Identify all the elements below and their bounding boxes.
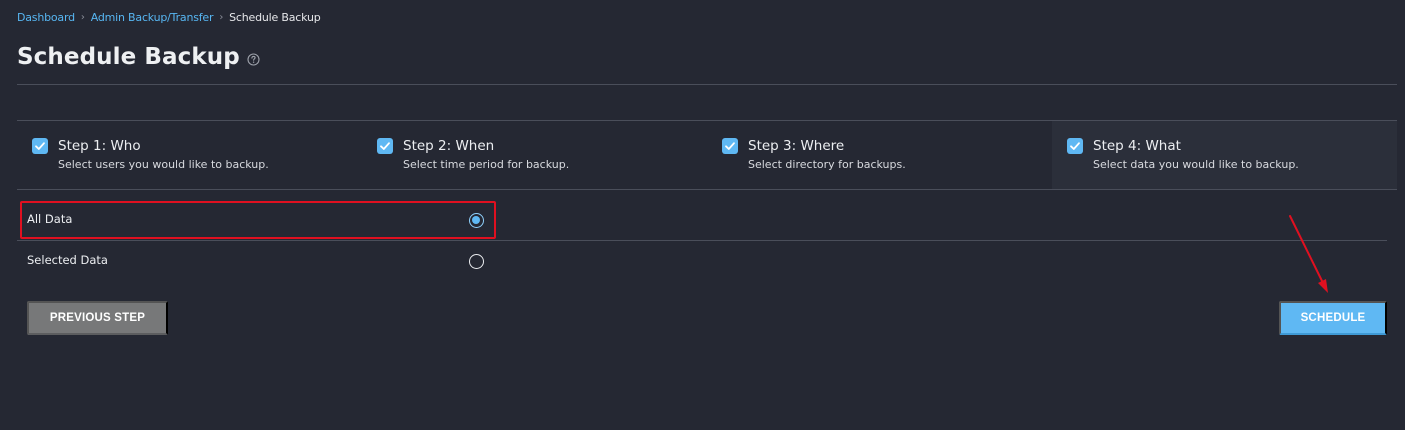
checkbox-checked-icon[interactable] <box>377 138 393 154</box>
selected-data-radio[interactable] <box>469 254 484 269</box>
breadcrumb-separator: › <box>219 11 224 23</box>
wizard-step-what[interactable]: Step 4: What Select data you would like … <box>1052 121 1397 189</box>
step-description: Select time period for backup. <box>403 158 570 171</box>
wizard-step-where[interactable]: Step 3: Where Select directory for backu… <box>707 121 1052 189</box>
checkbox-checked-icon[interactable] <box>722 138 738 154</box>
wizard-step-who[interactable]: Step 1: Who Select users you would like … <box>17 121 362 189</box>
steps-divider-bottom <box>17 189 1397 190</box>
previous-step-button[interactable]: PREVIOUS STEP <box>27 301 168 335</box>
step-title: Step 4: What <box>1093 138 1181 154</box>
page-header: Schedule Backup <box>17 44 260 70</box>
schedule-backup-page: Dashboard › Admin Backup/Transfer › Sche… <box>0 0 1405 430</box>
wizard-step-when[interactable]: Step 2: When Select time period for back… <box>362 121 707 189</box>
breadcrumb-separator: › <box>80 11 85 23</box>
step-description: Select data you would like to backup. <box>1093 158 1299 171</box>
step-description: Select users you would like to backup. <box>58 158 269 171</box>
breadcrumb-dashboard-link[interactable]: Dashboard <box>17 11 75 24</box>
option-selected-data[interactable]: Selected Data <box>17 241 1387 282</box>
schedule-button[interactable]: SCHEDULE <box>1279 301 1387 335</box>
step-title: Step 2: When <box>403 138 495 154</box>
step-title: Step 1: Who <box>58 138 141 154</box>
all-data-radio[interactable] <box>469 213 484 228</box>
option-all-data[interactable]: All Data <box>17 200 1387 241</box>
breadcrumb-admin-backup-link[interactable]: Admin Backup/Transfer <box>91 11 214 24</box>
wizard-steps: Step 1: Who Select users you would like … <box>17 121 1397 189</box>
breadcrumb-current: Schedule Backup <box>229 10 321 24</box>
page-title: Schedule Backup <box>17 44 240 70</box>
option-label: Selected Data <box>27 253 108 267</box>
step-title: Step 3: Where <box>748 138 845 154</box>
breadcrumb: Dashboard › Admin Backup/Transfer › Sche… <box>17 10 321 24</box>
header-divider <box>17 84 1397 85</box>
question-circle-icon[interactable] <box>247 51 260 66</box>
option-label: All Data <box>27 212 73 226</box>
checkbox-checked-icon[interactable] <box>32 138 48 154</box>
checkbox-checked-icon[interactable] <box>1067 138 1083 154</box>
step-description: Select directory for backups. <box>748 158 906 171</box>
